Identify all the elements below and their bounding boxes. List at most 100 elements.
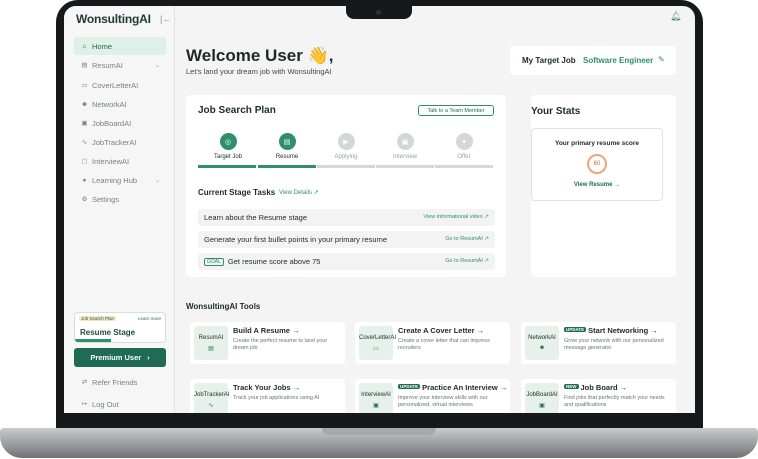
sidebar-item-networkai[interactable]: ☻ NetworkAI [74, 95, 166, 113]
sidebar-item-label: Home [92, 41, 113, 51]
chevron-down-icon: ⌄ [154, 177, 160, 184]
step-label: Applying [334, 154, 358, 160]
laptop-base-notch [322, 428, 436, 435]
tool-card-jobtrackerai[interactable]: JobTrackerAI ∿ Track Your Jobs → Track yo… [190, 379, 345, 413]
tool-logo-text: JobTrackerAI [194, 392, 230, 398]
tool-name: Build A Resume → [233, 326, 300, 335]
step-applying[interactable]: ▶ Applying [316, 133, 376, 160]
job-search-plan-promo[interactable]: Job Search Plan Learn more Resume Stage [74, 312, 166, 343]
tool-name: Track Your Jobs → [233, 383, 300, 392]
tool-logo: ResumAI ▤ [194, 326, 228, 360]
welcome-subtitle: Let's land your dream job with Wonsultin… [186, 67, 332, 76]
tool-logo-text: NetworkAI [528, 335, 556, 341]
plan-title: Job Search Plan [198, 105, 276, 116]
task-row[interactable]: Learn about the Resume stage View inform… [198, 209, 495, 226]
sidebar-item-interviewai[interactable]: ▢ InterviewAI [74, 152, 166, 170]
update-badge: UPDATE [564, 327, 587, 332]
talk-to-team-button[interactable]: Talk to a Team Member [418, 105, 494, 116]
tool-card-jobboardai[interactable]: JobBoardAI ▣ NEW Job Board → Find jobs tha… [521, 379, 676, 413]
tool-name-text: Track Your Jobs → [233, 383, 301, 392]
tool-card-coverletterai[interactable]: CoverLetterAI ▭ Create A Cover Letter → C… [355, 322, 510, 364]
current-stage-tasks-label: Current Stage Tasks [198, 188, 276, 197]
document-icon: ▤ [208, 346, 214, 352]
people-icon: ☻ [81, 100, 88, 108]
promo-tag: Job Search Plan [79, 316, 117, 321]
tool-name: UPDATE Practice An Interview → [398, 383, 507, 392]
sidebar-item-label: JobBoardAI [92, 118, 132, 128]
task-text-value: Get resume score above 75 [227, 257, 321, 266]
app-logo[interactable]: WonsultingAI [76, 12, 151, 26]
tool-name-text: Start Networking → [588, 326, 658, 335]
task-link[interactable]: Go to ResumAI ↗ [445, 236, 489, 242]
tool-card-resumai[interactable]: ResumAI ▤ Build A Resume → Create the per… [190, 322, 345, 364]
task-text: Generate your first bullet points in you… [204, 235, 387, 244]
sidebar-item-coverletterai[interactable]: ▭ CoverLetterAI [74, 76, 166, 94]
new-badge: NEW [564, 384, 579, 389]
tracker-icon: ∿ [208, 403, 214, 409]
sidebar-item-jobtrackerai[interactable]: ∿ JobTrackerAI [74, 133, 166, 151]
welcome-heading: Welcome User 👋, [186, 46, 334, 65]
gear-icon: ⚙ [81, 196, 88, 203]
tool-description: Find jobs that perfectly match your need… [564, 395, 665, 408]
sidebar-item-refer-friends[interactable]: ⇄ Refer Friends [74, 373, 166, 391]
step-label: Target Job [213, 154, 243, 160]
task-link[interactable]: Go to ResumAI ↗ [445, 258, 489, 264]
task-link[interactable]: View informational video ↗ [423, 214, 489, 220]
camera-notch [346, 6, 412, 19]
sidebar-item-label: Learning Hub [92, 175, 138, 185]
step-target-job[interactable]: ◎ Target Job [198, 133, 258, 160]
tool-card-interviewai[interactable]: InterviewAI ▣ UPDATE Practice An Interview… [355, 379, 510, 413]
camera-icon [376, 10, 381, 15]
tools-title: WonsultingAI Tools [186, 302, 261, 311]
tool-logo-text: CoverLetterAI [359, 335, 397, 341]
sidebar-item-log-out[interactable]: ↦ Log Out [74, 395, 166, 413]
tool-logo: CoverLetterAI ▭ [359, 326, 397, 360]
premium-user-button[interactable]: Premium User › [74, 348, 166, 367]
task-row[interactable]: Generate your first bullet points in you… [198, 231, 495, 248]
promo-title: Resume Stage [80, 328, 136, 337]
learn-more-link[interactable]: Learn more [138, 316, 161, 321]
target-job-value: Software Engineer [583, 56, 654, 65]
sidebar-item-jobboardai[interactable]: ▣ JobBoardAI [74, 114, 166, 132]
step-progress-bar [317, 165, 375, 168]
people-icon: ☻ [538, 345, 546, 351]
tool-logo-text: InterviewAI [361, 392, 391, 398]
view-resume-link[interactable]: View Resume → [532, 182, 662, 188]
sidebar-item-learning-hub[interactable]: ● Learning Hub ⌄ [74, 171, 166, 189]
step-progress-bar [258, 165, 316, 168]
tool-logo-text: ResumAI [198, 335, 224, 341]
view-details-link[interactable]: View Details ↗ [279, 189, 319, 196]
step-resume[interactable]: ▤ Resume [257, 133, 317, 160]
edit-icon[interactable]: ✎ [658, 55, 665, 64]
tool-description: Create the perfect resume to land your d… [233, 338, 328, 351]
step-interview[interactable]: ▣ Interview [375, 133, 435, 160]
sidebar-item-settings[interactable]: ⚙ Settings [74, 190, 166, 208]
tool-name-text: Job Board → [580, 383, 628, 392]
sidebar-item-label: NetworkAI [92, 99, 127, 109]
sidebar-item-home[interactable]: ⌂ Home [74, 37, 166, 55]
bell-icon[interactable]: 🔔︎ [670, 11, 681, 22]
sidebar: WonsultingAI |← ⌂ Home ▤ ResumAI ⌄ ▭ Cov… [64, 6, 175, 413]
premium-label: Premium User [90, 353, 142, 362]
job-search-plan-card: Job Search Plan Talk to a Team Member ◎ … [186, 95, 506, 277]
tool-card-networkai[interactable]: NetworkAI ☻ UPDATE Start Networking → Grow… [521, 322, 676, 364]
step-offer[interactable]: ✦ Offer [434, 133, 494, 160]
task-row[interactable]: GOAL Get resume score above 75 Go to Resu… [198, 253, 495, 270]
target-job-label: My Target Job [522, 56, 576, 65]
tool-description: Grow your network with our personalized … [564, 338, 664, 351]
tool-name: NEW Job Board → [564, 383, 627, 392]
briefcase-icon: ▣ [81, 120, 88, 127]
tool-name-text: Build A Resume → [233, 326, 300, 335]
stats-title: Your Stats [531, 106, 581, 117]
letter-icon: ▭ [81, 82, 88, 89]
step-label: Resume [275, 154, 299, 160]
sidebar-item-resumai[interactable]: ▤ ResumAI ⌄ [74, 56, 166, 74]
step-progress-bar [376, 165, 434, 168]
chevron-right-icon: › [147, 353, 150, 362]
collapse-icon[interactable]: |← [160, 14, 171, 24]
trophy-icon: ✦ [455, 133, 473, 150]
task-text: Learn about the Resume stage [204, 213, 307, 222]
task-text: GOAL Get resume score above 75 [204, 257, 320, 266]
chat-icon: ▢ [81, 158, 88, 165]
tool-logo: JobBoardAI ▣ [525, 383, 559, 413]
